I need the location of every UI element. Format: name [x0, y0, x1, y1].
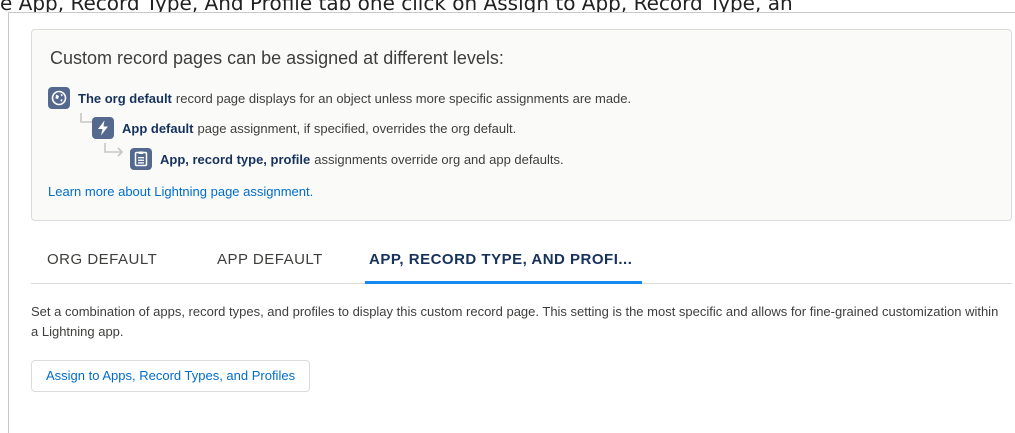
level-app-default-text: page assignment, if specified, overrides…	[197, 120, 517, 136]
level-app-record-type-profile-text: assignments override org and app default…	[314, 151, 564, 167]
assignment-tabs: ORG DEFAULT APP DEFAULT APP, RECORD TYPE…	[31, 237, 1012, 284]
assign-apps-record-types-profiles-button[interactable]: Assign to Apps, Record Types, and Profil…	[31, 360, 311, 392]
connector-arrow-icon	[104, 143, 124, 157]
tab-app-record-type-profile[interactable]: APP, RECORD TYPE, AND PROFI...	[365, 237, 643, 284]
level-app-record-type-profile-bold: App, record type, profile	[160, 151, 311, 167]
lightning-icon	[92, 117, 114, 139]
tab-app-default[interactable]: APP DEFAULT	[217, 237, 323, 283]
assignment-levels-info: Custom record pages can be assigned at d…	[31, 29, 1012, 221]
level-org-default-bold: The org default	[78, 90, 172, 106]
info-title: Custom record pages can be assigned at d…	[50, 48, 504, 68]
learn-more-link[interactable]: Learn more about Lightning page assignme…	[48, 184, 313, 199]
assignment-description: Set a combination of apps, record types,…	[31, 304, 999, 339]
level-org-default-text: record page displays for an object unles…	[175, 90, 632, 106]
level-org-default: The org default record page displays for…	[48, 86, 631, 110]
tab-org-default[interactable]: ORG DEFAULT	[47, 237, 157, 283]
level-app-record-type-profile: App, record type, profile assignments ov…	[130, 147, 564, 171]
level-app-default-bold: App default	[122, 120, 194, 136]
level-app-default: App default page assignment, if specifie…	[92, 116, 516, 140]
record-page-icon	[130, 148, 152, 170]
globe-icon	[48, 87, 70, 109]
